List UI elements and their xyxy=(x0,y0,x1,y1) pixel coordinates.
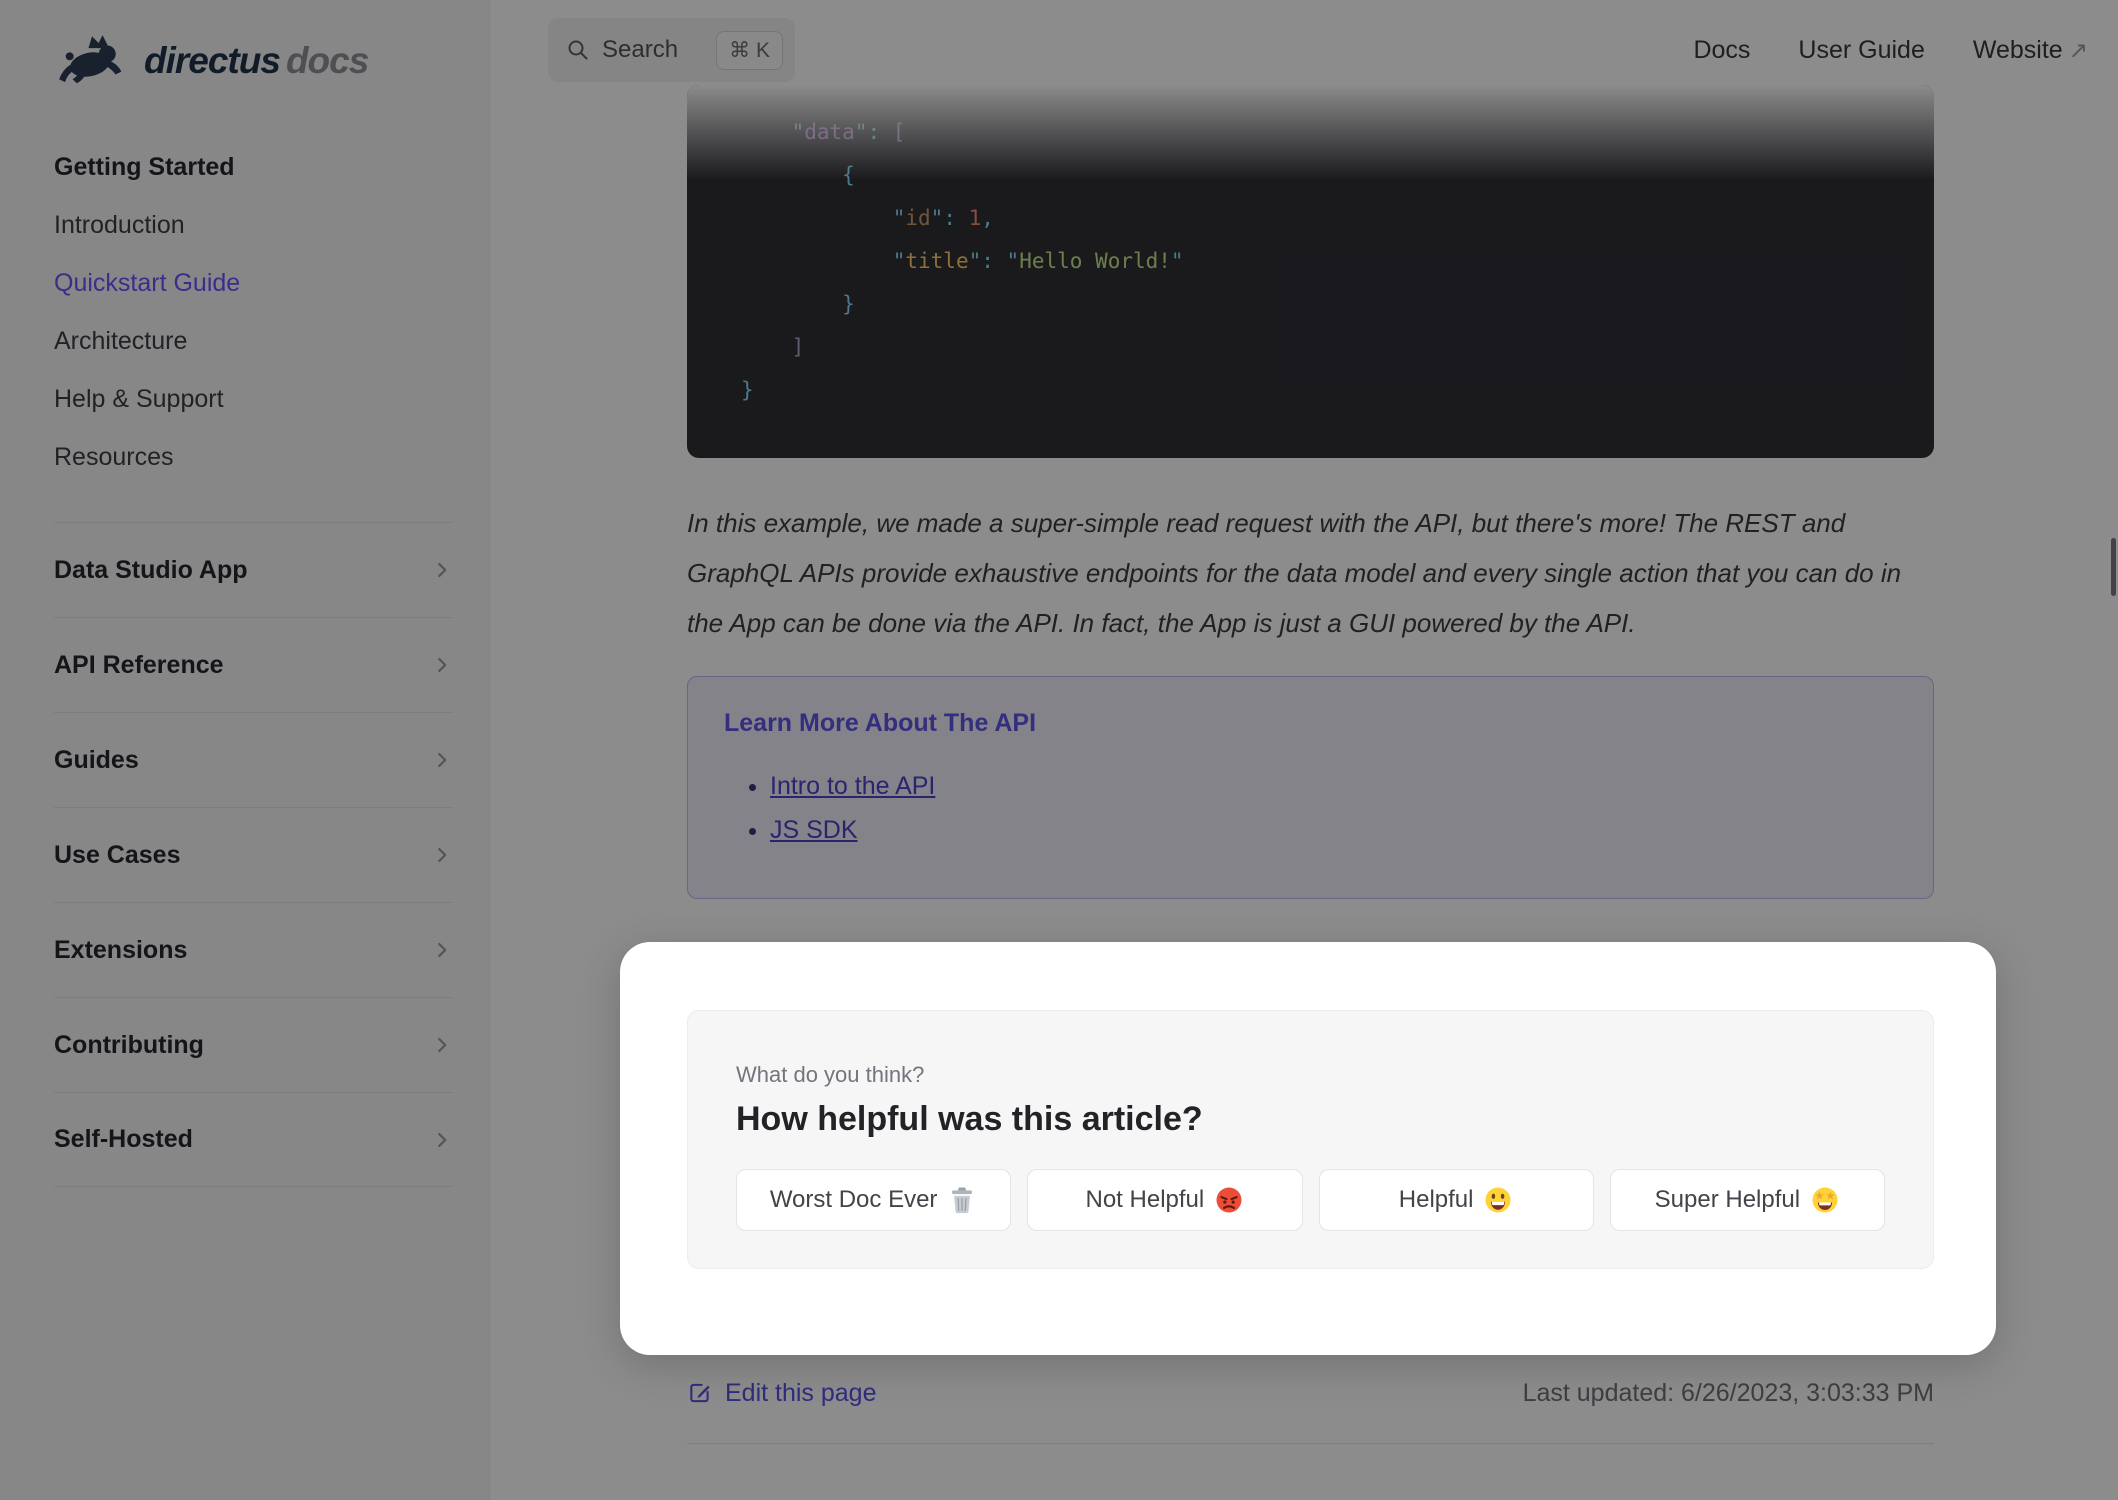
feedback-question: How helpful was this article? xyxy=(736,1100,1203,1138)
feedback-kicker: What do you think? xyxy=(736,1062,925,1087)
feedback-super-helpful-button[interactable]: Super Helpful xyxy=(1609,1169,1885,1231)
star-struck-emoji-icon xyxy=(1812,1187,1838,1213)
feedback-card: What do you think? How helpful was this … xyxy=(687,1010,1934,1269)
angry-face-emoji-icon xyxy=(1216,1187,1242,1213)
feedback-options: Worst Doc Ever Not Helpful Helpful Super… xyxy=(736,1169,1885,1231)
smiling-face-emoji-icon xyxy=(1485,1187,1511,1213)
feedback-not-helpful-button[interactable]: Not Helpful xyxy=(1027,1169,1303,1231)
feedback-worst-doc-ever-button[interactable]: Worst Doc Ever xyxy=(736,1169,1012,1231)
feedback-helpful-button[interactable]: Helpful xyxy=(1318,1169,1594,1231)
feedback-spotlight: What do you think? How helpful was this … xyxy=(620,942,1996,1355)
wastebasket-emoji-icon xyxy=(952,1187,973,1214)
scrollbar-thumb[interactable] xyxy=(2111,538,2116,596)
